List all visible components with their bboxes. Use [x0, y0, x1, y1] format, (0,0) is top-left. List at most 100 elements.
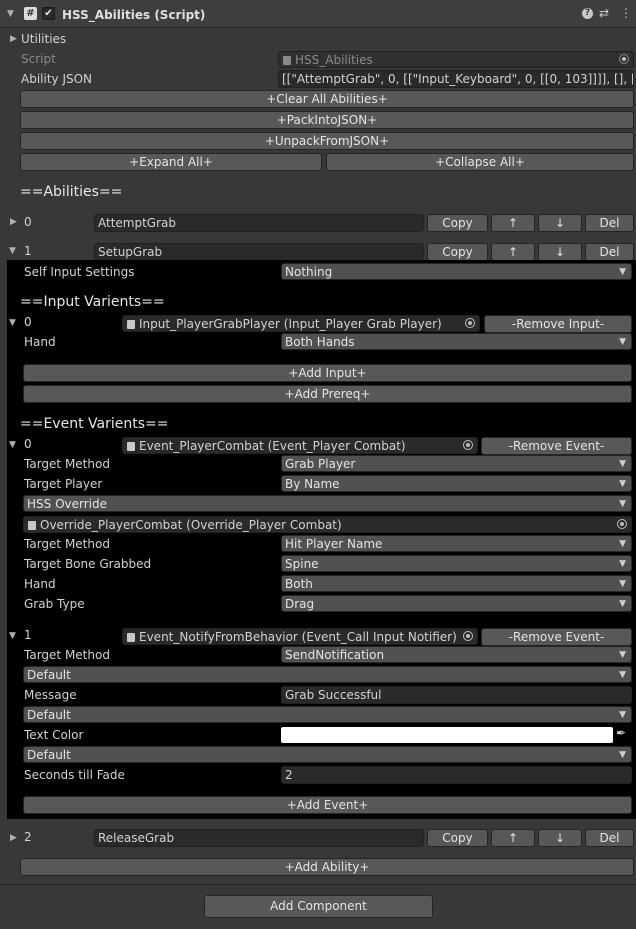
ability-2-copy-button[interactable]: Copy [427, 829, 488, 847]
script-file-icon [127, 633, 135, 642]
ability-1-delete-button[interactable]: Del [585, 243, 634, 261]
target-bone-grabbed-value: Spine [285, 557, 319, 571]
ability-json-field[interactable]: [["AttemptGrab", 0, [["Input_Keyboard", … [278, 70, 634, 88]
more-options-icon[interactable]: ⋮ [620, 6, 632, 20]
pack-into-json-button[interactable]: +PackIntoJSON+ [20, 111, 634, 129]
chevron-down-icon: ▼ [619, 670, 626, 680]
eyedropper-icon[interactable]: ✒ [616, 726, 626, 740]
self-input-settings-dropdown[interactable]: Nothing ▼ [281, 263, 632, 280]
add-prereq-button[interactable]: +Add Prereq+ [23, 385, 632, 403]
event-0-foldout-arrow[interactable]: ▼ [9, 440, 16, 450]
ability-2-index: 2 [24, 830, 32, 844]
event-0-target-method-label: Target Method [24, 457, 110, 471]
ability-2-name-field[interactable]: ReleaseGrab [94, 829, 424, 847]
ability-0-up-button[interactable]: ↑ [491, 214, 535, 232]
component-foldout-arrow[interactable]: ▼ [7, 9, 14, 19]
ability-1-copy-button[interactable]: Copy [427, 243, 488, 261]
event-1-object-value: Event_NotifyFromBehavior (Event_Call Inp… [139, 630, 457, 644]
grab-type-label: Grab Type [24, 597, 85, 611]
ability-0-down-button[interactable]: ↓ [538, 214, 582, 232]
self-input-settings-value: Nothing [285, 265, 333, 279]
ability-2-up-button[interactable]: ↑ [491, 829, 535, 847]
text-color-swatch[interactable] [281, 727, 613, 743]
object-picker-icon[interactable] [463, 631, 473, 641]
override-target-method-dropdown[interactable]: Hit Player Name ▼ [281, 535, 632, 552]
event-0-object-value: Event_PlayerCombat (Event_Player Combat) [139, 439, 406, 453]
target-bone-grabbed-dropdown[interactable]: Spine ▼ [281, 555, 632, 572]
add-component-button[interactable]: Add Component [204, 895, 433, 918]
event-1-remove-event-button[interactable]: -Remove Event- [481, 628, 632, 646]
event-1-target-method-dropdown[interactable]: SendNotification ▼ [281, 646, 632, 663]
default-value-2: Default [27, 708, 71, 722]
ability-0-foldout-arrow[interactable]: ▶ [10, 217, 17, 227]
ability-2-down-button[interactable]: ↓ [538, 829, 582, 847]
utilities-foldout-arrow[interactable]: ▶ [10, 34, 17, 44]
object-picker-icon[interactable] [465, 318, 475, 328]
message-label: Message [24, 688, 77, 702]
add-input-button[interactable]: +Add Input+ [23, 364, 632, 382]
default-value-1: Default [27, 668, 71, 682]
seconds-till-fade-label: Seconds till Fade [24, 768, 125, 782]
input-0-index: 0 [24, 315, 32, 329]
event-0-target-method-dropdown[interactable]: Grab Player ▼ [281, 455, 632, 472]
remove-input-button[interactable]: -Remove Input- [484, 315, 632, 333]
component-title: HSS_Abilities (Script) [62, 8, 206, 22]
override-object-value: Override_PlayerCombat (Override_Player C… [40, 518, 342, 532]
utilities-label[interactable]: Utilities [21, 31, 66, 47]
ability-1-name-field[interactable]: SetupGrab [94, 243, 424, 261]
override-target-method-value: Hit Player Name [285, 537, 383, 551]
clear-all-abilities-button[interactable]: +Clear All Abilities+ [20, 90, 634, 108]
chevron-down-icon: ▼ [619, 459, 626, 469]
input-0-foldout-arrow[interactable]: ▼ [9, 318, 16, 328]
ability-1-up-button[interactable]: ↑ [491, 243, 535, 261]
event-0-remove-event-button[interactable]: -Remove Event- [481, 437, 632, 455]
input-0-object-field[interactable]: Input_PlayerGrabPlayer (Input_Player Gra… [122, 315, 480, 332]
message-field[interactable]: Grab Successful [281, 686, 632, 704]
default-dropdown-3[interactable]: Default ▼ [23, 746, 632, 763]
help-icon[interactable]: ? [582, 8, 593, 19]
object-picker-icon[interactable] [617, 519, 627, 529]
chevron-down-icon: ▼ [619, 539, 626, 549]
ability-0-name-field[interactable]: AttemptGrab [94, 214, 424, 232]
hss-override-dropdown[interactable]: HSS Override ▼ [23, 495, 632, 512]
input-varients-heading: ==Input Varients== [20, 294, 165, 310]
ability-1-foldout-arrow[interactable]: ▼ [9, 246, 16, 256]
preset-icon[interactable]: ⇄ [599, 6, 609, 20]
ability-2-delete-button[interactable]: Del [585, 829, 634, 847]
ability-0-copy-button[interactable]: Copy [427, 214, 488, 232]
script-hash-icon: # [24, 7, 37, 20]
override-object-field[interactable]: Override_PlayerCombat (Override_Player C… [23, 516, 632, 533]
ability-2-foldout-arrow[interactable]: ▶ [10, 833, 17, 843]
script-value: HSS_Abilities [295, 53, 373, 67]
grab-type-value: Drag [285, 597, 315, 611]
event-0-target-method-value: Grab Player [285, 457, 356, 471]
object-picker-icon[interactable] [619, 54, 629, 64]
chevron-down-icon: ▼ [619, 599, 626, 609]
input-0-hand-dropdown[interactable]: Both Hands ▼ [281, 333, 632, 350]
chevron-down-icon: ▼ [619, 337, 626, 347]
abilities-heading: ==Abilities== [20, 184, 123, 200]
seconds-till-fade-field[interactable]: 2 [281, 766, 632, 784]
chevron-down-icon: ▼ [619, 267, 626, 277]
unpack-from-json-button[interactable]: +UnpackFromJSON+ [20, 132, 634, 150]
event-0-hand-dropdown[interactable]: Both ▼ [281, 575, 632, 592]
ability-0-delete-button[interactable]: Del [585, 214, 634, 232]
event-0-index: 0 [24, 437, 32, 451]
event-0-target-player-dropdown[interactable]: By Name ▼ [281, 475, 632, 492]
grab-type-dropdown[interactable]: Drag ▼ [281, 595, 632, 612]
event-1-object-field[interactable]: Event_NotifyFromBehavior (Event_Call Inp… [122, 628, 478, 645]
default-dropdown-2[interactable]: Default ▼ [23, 706, 632, 723]
expand-all-button[interactable]: +Expand All+ [20, 153, 322, 171]
ability-1-down-button[interactable]: ↓ [538, 243, 582, 261]
add-ability-button[interactable]: +Add Ability+ [20, 858, 634, 876]
enabled-checkbox[interactable]: ✔ [42, 7, 55, 20]
event-0-object-field[interactable]: Event_PlayerCombat (Event_Player Combat) [122, 437, 478, 454]
event-1-foldout-arrow[interactable]: ▼ [9, 631, 16, 641]
object-picker-icon[interactable] [463, 440, 473, 450]
input-0-hand-label: Hand [24, 335, 56, 349]
add-event-button[interactable]: +Add Event+ [23, 796, 632, 814]
default-dropdown-1[interactable]: Default ▼ [23, 666, 632, 683]
chevron-down-icon: ▼ [619, 559, 626, 569]
collapse-all-button[interactable]: +Collapse All+ [326, 153, 634, 171]
event-1-index: 1 [24, 628, 32, 642]
